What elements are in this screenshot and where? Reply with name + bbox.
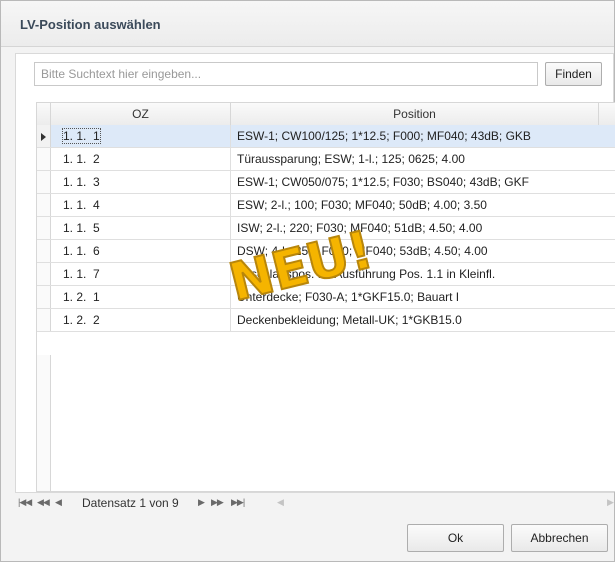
- previous-record-icon[interactable]: ◀: [55, 497, 62, 508]
- cell-oz[interactable]: 1. 1. 4: [51, 194, 231, 216]
- cell-oz-text: 1. 1. 3: [63, 175, 100, 189]
- row-indicator-header: [37, 103, 51, 125]
- row-indicator[interactable]: [37, 148, 51, 170]
- cell-oz[interactable]: 1. 2. 1: [51, 286, 231, 308]
- row-indicator[interactable]: [37, 194, 51, 216]
- find-button[interactable]: Finden: [545, 62, 602, 86]
- cell-oz[interactable]: 1. 1. 2: [51, 148, 231, 170]
- current-row-arrow-icon: [41, 133, 46, 141]
- cell-oz[interactable]: 1. 1. 5: [51, 217, 231, 239]
- last-record-icon[interactable]: ▶▶|: [231, 497, 245, 508]
- record-navigator: |◀◀ ◀◀ ◀ Datensatz 1 von 9 ▶ ▶▶ ▶▶| ◀ ▶: [15, 493, 614, 515]
- first-record-icon[interactable]: |◀◀: [18, 497, 32, 508]
- row-indicator[interactable]: [37, 217, 51, 239]
- record-status: Datensatz 1 von 9: [82, 496, 179, 510]
- ok-button[interactable]: Ok: [407, 524, 504, 552]
- column-header-position[interactable]: Position: [231, 103, 599, 125]
- scroll-right-icon[interactable]: ▶: [607, 497, 614, 508]
- title-bar: LV-Position auswählen: [1, 1, 614, 47]
- cell-oz-text: 1. 2. 1: [63, 290, 100, 304]
- cell-oz-text: 1. 1. 4: [63, 198, 100, 212]
- table-row[interactable]: 1. 1. 4 ESW; 2-l.; 100; F030; MF040; 50dB…: [37, 194, 615, 217]
- previous-page-icon[interactable]: ◀◀: [37, 497, 50, 508]
- dialog-title: LV-Position auswählen: [20, 17, 161, 32]
- cell-oz[interactable]: 1. 1. 3: [51, 171, 231, 193]
- next-record-icon[interactable]: ▶: [198, 497, 205, 508]
- cell-position[interactable]: ESW; 2-l.; 100; F030; MF040; 50dB; 4.00;…: [231, 194, 615, 216]
- row-indicator-filler: [37, 355, 51, 491]
- next-page-icon[interactable]: ▶▶: [211, 497, 224, 508]
- row-indicator[interactable]: [37, 309, 51, 331]
- column-header-oz[interactable]: OZ: [51, 103, 231, 125]
- row-indicator[interactable]: [37, 263, 51, 285]
- grid-header: OZ Position: [37, 103, 615, 126]
- cell-oz[interactable]: 1. 1. 7: [51, 263, 231, 285]
- cell-position[interactable]: ESW-1; CW100/125; 1*12.5; F000; MF040; 4…: [231, 125, 615, 147]
- table-row[interactable]: 1. 1. 2 Türaussparung; ESW; 1-l.; 125; 06…: [37, 148, 615, 171]
- cell-position[interactable]: ESW-1; CW050/075; 1*12.5; F030; BS040; 4…: [231, 171, 615, 193]
- row-indicator[interactable]: [37, 286, 51, 308]
- row-indicator[interactable]: [37, 240, 51, 262]
- scroll-left-icon[interactable]: ◀: [277, 497, 284, 508]
- cell-oz-text: 1. 1. 6: [63, 244, 100, 258]
- cell-oz[interactable]: 1. 1. 1: [51, 125, 231, 147]
- cell-oz[interactable]: 1. 2. 2: [51, 309, 231, 331]
- table-row[interactable]: 1. 1. 3 ESW-1; CW050/075; 1*12.5; F030; B…: [37, 171, 615, 194]
- cell-position[interactable]: Deckenbekleidung; Metall-UK; 1*GKB15.0: [231, 309, 615, 331]
- table-row[interactable]: 1. 2. 2 Deckenbekleidung; Metall-UK; 1*GK…: [37, 309, 615, 332]
- cancel-button[interactable]: Abbrechen: [511, 524, 608, 552]
- cell-oz-text: 1. 1. 7: [63, 267, 100, 281]
- neu-stamp: NEU!: [223, 222, 380, 302]
- neu-stamp-text: NEU!: [224, 222, 379, 302]
- cell-oz-text: 1. 1. 5: [63, 221, 100, 235]
- search-input[interactable]: [34, 62, 538, 86]
- cell-oz[interactable]: 1. 1. 6: [51, 240, 231, 262]
- table-row[interactable]: 1. 1. 1 ESW-1; CW100/125; 1*12.5; F000; M…: [37, 125, 615, 148]
- cell-oz-text: 1. 1. 2: [63, 152, 100, 166]
- cell-oz-text: 1. 1. 1: [62, 128, 101, 144]
- row-indicator[interactable]: [37, 171, 51, 193]
- row-indicator[interactable]: [37, 125, 51, 147]
- cell-position[interactable]: Türaussparung; ESW; 1-l.; 125; 0625; 4.0…: [231, 148, 615, 170]
- lv-position-dialog: LV-Position auswählen Finden OZ Position…: [0, 0, 615, 562]
- cell-oz-text: 1. 2. 2: [63, 313, 100, 327]
